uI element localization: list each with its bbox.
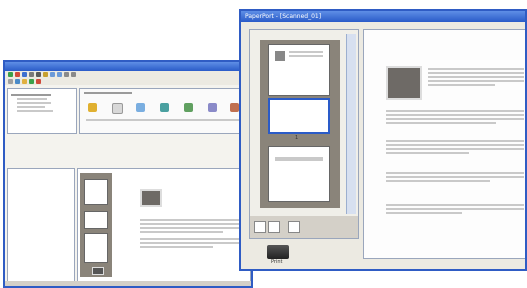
back-document-text xyxy=(140,217,244,250)
command-panel xyxy=(79,88,251,134)
document-text-3 xyxy=(386,138,524,156)
back-window-title-bar xyxy=(5,62,251,71)
undo-icon[interactable] xyxy=(29,79,34,84)
thumbnail-footer xyxy=(250,216,358,238)
tree-item[interactable] xyxy=(17,110,53,112)
print-icon[interactable] xyxy=(36,72,41,77)
item-1-icon[interactable] xyxy=(88,103,97,112)
search-icon[interactable] xyxy=(29,72,34,77)
tree-item[interactable] xyxy=(11,94,51,96)
back-document-photo xyxy=(140,189,162,207)
printer-icon-label: Print xyxy=(271,259,283,265)
back-page-thumb-1[interactable] xyxy=(84,179,108,205)
item-3-icon[interactable] xyxy=(136,103,145,112)
back-page-thumb-3[interactable] xyxy=(84,233,108,263)
paste-icon[interactable] xyxy=(22,79,27,84)
front-window-title-bar: PaperPort - [Scanned_01] xyxy=(241,11,525,22)
page-thumb-1-image xyxy=(275,51,285,61)
scanner-icon[interactable] xyxy=(43,72,48,77)
cut-icon[interactable] xyxy=(8,79,13,84)
page-number: 1 xyxy=(295,135,299,141)
redo-icon[interactable] xyxy=(36,79,41,84)
thumbnail-pane: 1 xyxy=(249,29,359,239)
back-window xyxy=(3,60,253,288)
green-arrow-icon[interactable] xyxy=(8,72,13,77)
document-text-5 xyxy=(386,202,524,216)
rotate-left-icon[interactable] xyxy=(50,72,55,77)
document-text-4 xyxy=(386,170,524,184)
tree-item[interactable] xyxy=(17,102,51,104)
front-window: PaperPort - [Scanned_01] 1 Print xyxy=(239,9,527,271)
front-window-title: PaperPort - [Scanned_01] xyxy=(245,13,322,20)
copy-icon[interactable] xyxy=(15,79,20,84)
zoom-in-icon[interactable] xyxy=(64,72,69,77)
home-icon[interactable] xyxy=(22,72,27,77)
page-input[interactable] xyxy=(268,221,280,233)
back-status-bar xyxy=(5,281,251,286)
first-page-button[interactable] xyxy=(254,221,266,233)
command-labels xyxy=(86,119,246,121)
document-view xyxy=(363,29,525,259)
document-text-1 xyxy=(428,66,524,88)
document-photo xyxy=(386,66,422,100)
back-printer-icon[interactable] xyxy=(92,267,104,275)
back-viewer-panel xyxy=(77,168,251,284)
item-5-icon[interactable] xyxy=(184,103,193,112)
tree-item[interactable] xyxy=(17,106,45,108)
thumbnail-scrollbar[interactable] xyxy=(346,34,356,214)
zoom-out-icon[interactable] xyxy=(71,72,76,77)
item-7-icon[interactable] xyxy=(230,103,239,112)
page-thumb-3[interactable] xyxy=(268,146,330,202)
command-panel-header xyxy=(84,92,132,94)
back-toolbar-row-2 xyxy=(5,78,251,85)
item-6-icon[interactable] xyxy=(208,103,217,112)
back-page-thumb-2[interactable] xyxy=(84,211,108,229)
back-toolbar-row-1 xyxy=(5,71,251,78)
back-left-blank-panel xyxy=(7,168,75,284)
item-4-icon[interactable] xyxy=(160,103,169,112)
tree-item[interactable] xyxy=(17,98,47,100)
page-thumb-2[interactable] xyxy=(268,98,330,134)
rotate-right-icon[interactable] xyxy=(57,72,62,77)
forward-icon[interactable] xyxy=(15,72,20,77)
folder-tree-panel xyxy=(7,88,77,134)
next-page-button[interactable] xyxy=(288,221,300,233)
page-thumb-1[interactable] xyxy=(268,44,330,96)
item-2-icon[interactable] xyxy=(112,103,123,114)
printer-icon[interactable] xyxy=(267,245,289,259)
document-text-2 xyxy=(386,108,524,126)
